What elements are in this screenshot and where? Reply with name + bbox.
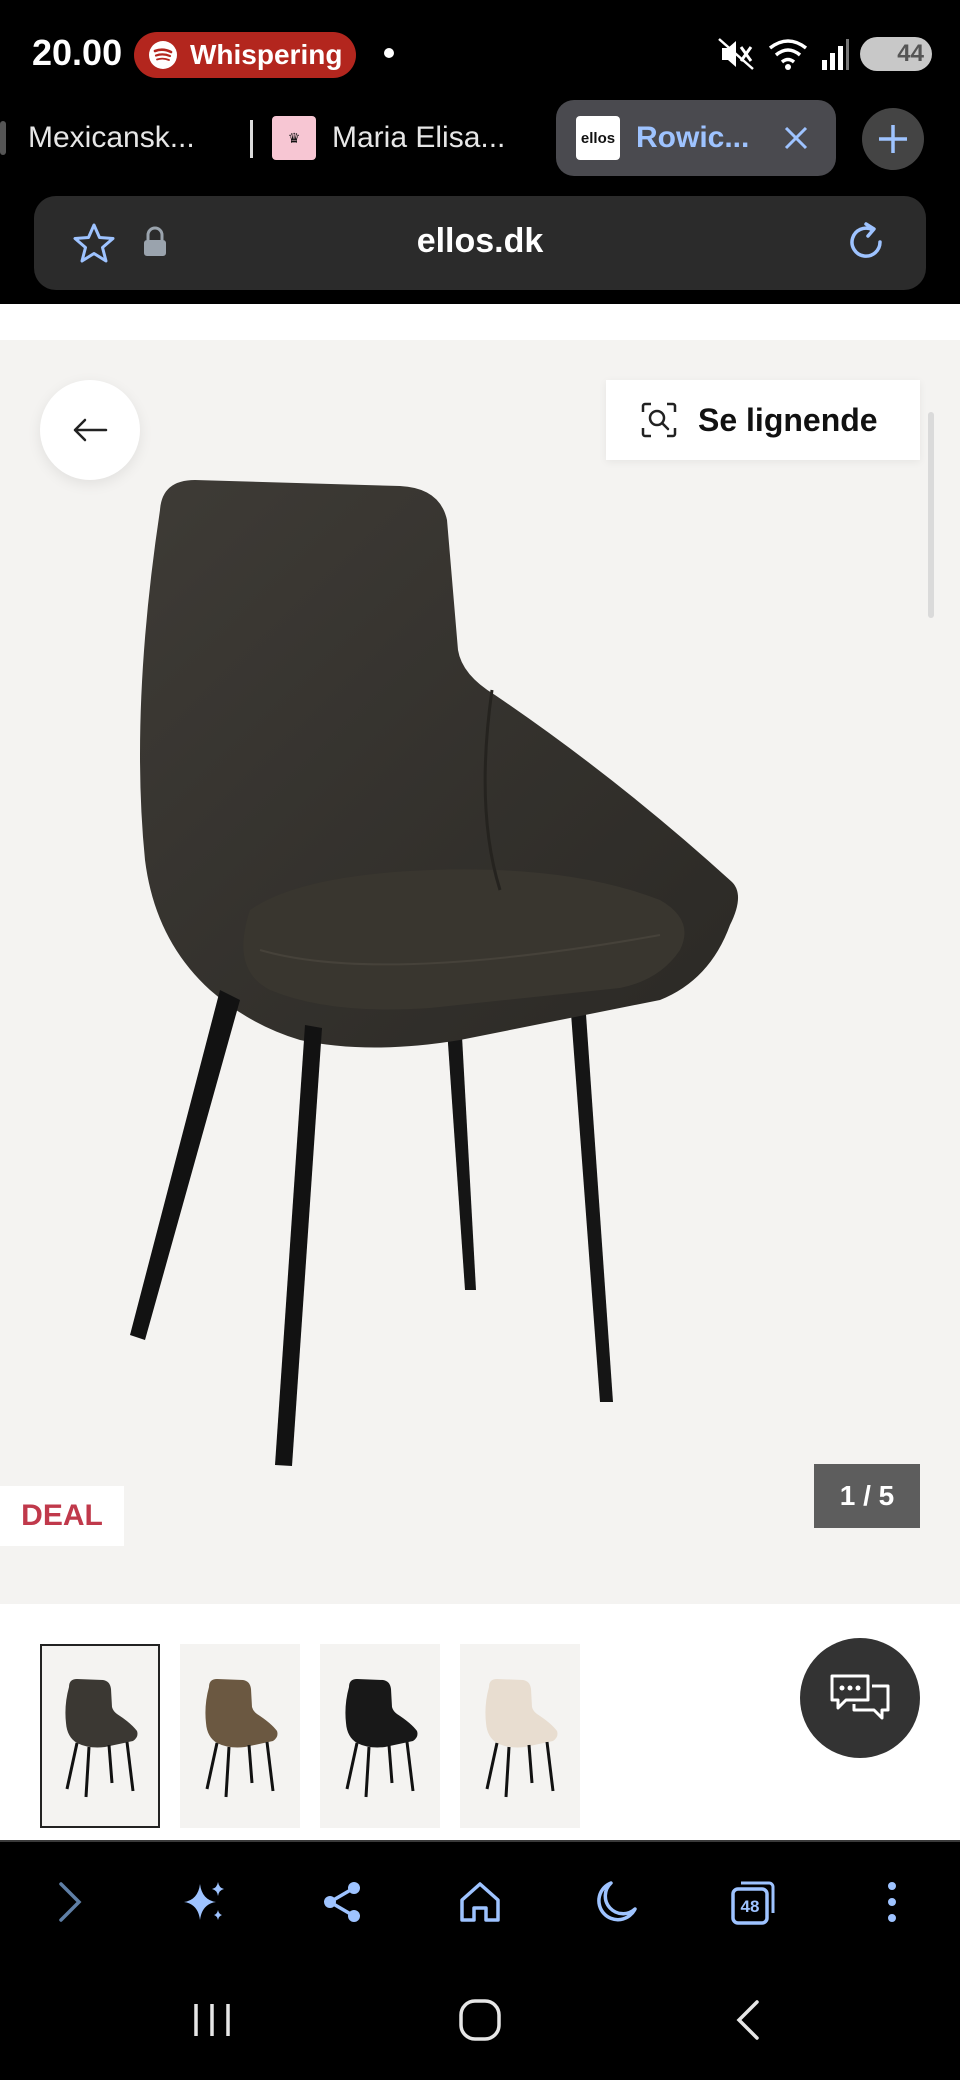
thumbnail-chair-image	[205, 1679, 278, 1798]
image-counter: 1 / 5	[814, 1464, 920, 1528]
share-button[interactable]	[312, 1872, 372, 1932]
thumbnail-chair-leg	[265, 1741, 275, 1792]
thumbnail-strip	[40, 1644, 740, 1830]
visual-search-icon	[641, 402, 677, 438]
thumbnail-chair-leg	[224, 1746, 231, 1798]
new-tab-button[interactable]	[862, 108, 924, 170]
arrow-left-icon	[73, 418, 108, 442]
thumbnail-chair-leg	[527, 1744, 534, 1784]
thumbnail-chair-leg	[364, 1746, 371, 1798]
thumbnail-chair-leg	[84, 1746, 91, 1798]
tabs-icon: 48	[731, 1881, 775, 1925]
forward-button[interactable]	[40, 1872, 100, 1932]
tab-strip: Mexicansk... ♛ Maria Elisa... ellos Rowi…	[0, 100, 960, 180]
deal-badge: DEAL	[0, 1486, 124, 1546]
plus-icon	[879, 125, 907, 153]
back-chevron-icon	[736, 2000, 759, 2040]
tabs-button[interactable]: 48	[724, 1872, 784, 1932]
tab-title: Maria Elisa...	[332, 121, 506, 154]
thumbnail-chair-leg	[545, 1741, 555, 1792]
share-icon	[324, 1882, 360, 1922]
chevron-right-icon	[59, 1882, 82, 1922]
browser-toolbar: 48	[0, 1840, 960, 1960]
thumbnail-chair-leg	[125, 1741, 135, 1792]
chat-bubbles-icon	[830, 1674, 890, 1720]
thumbnail-chair-shell	[65, 1679, 138, 1748]
thumbnail-chair-leg	[405, 1741, 415, 1792]
see-similar-label: Se lignende	[698, 401, 878, 438]
now-playing-text: Whispering	[190, 39, 343, 70]
spotify-icon	[149, 41, 177, 69]
tab-title: Rowic...	[636, 121, 750, 154]
address-bar[interactable]: ellos.dk	[34, 196, 926, 290]
more-menu-button[interactable]	[862, 1872, 922, 1932]
web-page: Se lignende DEAL 1 / 5	[0, 304, 960, 1840]
ai-assistant-button[interactable]	[174, 1872, 234, 1932]
tab-edge	[0, 121, 6, 155]
sparkle-icon	[184, 1882, 224, 1920]
product-chair-image	[130, 480, 739, 1466]
chat-button[interactable]	[800, 1638, 920, 1758]
thumbnail-chair-image	[485, 1679, 558, 1798]
dark-mode-button[interactable]	[586, 1872, 646, 1932]
more-vertical-icon	[888, 1882, 896, 1922]
scrollbar[interactable]	[928, 412, 934, 618]
back-button[interactable]	[40, 380, 140, 480]
thumbnail-black[interactable]	[320, 1644, 440, 1828]
back-nav-button[interactable]	[718, 1990, 778, 2050]
thumbnail-chair-leg	[345, 1742, 359, 1790]
thumbnail-chair-shell	[205, 1679, 278, 1748]
thumbnail-dark-grey[interactable]	[40, 1644, 160, 1828]
system-navigation-bar	[0, 1960, 960, 2080]
home-button[interactable]	[450, 1872, 510, 1932]
wifi-icon	[768, 39, 808, 70]
thumbnail-chair-leg	[65, 1742, 79, 1790]
tab-mexicansk[interactable]: Mexicansk...	[0, 100, 240, 176]
reload-icon[interactable]	[842, 218, 890, 266]
thumbnail-beige[interactable]	[460, 1644, 580, 1828]
thumbnail-chair-image	[345, 1679, 418, 1798]
notification-dot	[384, 48, 394, 58]
status-bar: 20.00 Whispering 44	[0, 0, 960, 100]
status-time: 20.00	[32, 32, 123, 73]
thumbnail-chair-leg	[387, 1744, 394, 1784]
tab-title: Mexicansk...	[28, 121, 195, 154]
thumbnail-chair-leg	[205, 1742, 219, 1790]
status-icons: 44	[716, 34, 932, 74]
close-tab-icon[interactable]	[776, 118, 816, 158]
thumbnail-chair-leg	[247, 1744, 254, 1784]
mute-icon	[718, 38, 754, 70]
signal-icon	[822, 39, 849, 70]
recent-apps-button[interactable]	[182, 1990, 242, 2050]
thumbnail-chair-leg	[485, 1742, 499, 1790]
thumbnail-chair-shell	[345, 1679, 418, 1748]
thumbnail-chair-shell	[485, 1679, 558, 1748]
tab-maria-elisa[interactable]: ♛ Maria Elisa...	[272, 100, 542, 176]
home-circle-icon	[459, 1999, 501, 2041]
url-text[interactable]: ellos.dk	[34, 222, 926, 261]
tab-separator	[250, 120, 253, 158]
see-similar-button[interactable]: Se lignende	[606, 380, 920, 460]
recents-icon	[194, 2004, 230, 2036]
moon-icon	[597, 1881, 637, 1922]
tab-count: 48	[741, 1897, 760, 1916]
thumbnail-chair-image	[65, 1679, 138, 1798]
now-playing-pill[interactable]: Whispering	[134, 32, 356, 78]
thumbnail-brown[interactable]	[180, 1644, 300, 1828]
crown-favicon-icon: ♛	[272, 116, 316, 160]
home-icon	[460, 1882, 500, 1922]
tab-rowico-active[interactable]: ellos Rowic...	[556, 100, 836, 176]
home-nav-button[interactable]	[450, 1990, 510, 2050]
thumbnail-chair-leg	[504, 1746, 511, 1798]
battery-indicator: 44	[860, 37, 932, 71]
ellos-favicon: ellos	[576, 116, 620, 160]
thumbnail-chair-leg	[107, 1744, 114, 1784]
product-image-gallery[interactable]: Se lignende DEAL 1 / 5	[0, 340, 960, 1604]
